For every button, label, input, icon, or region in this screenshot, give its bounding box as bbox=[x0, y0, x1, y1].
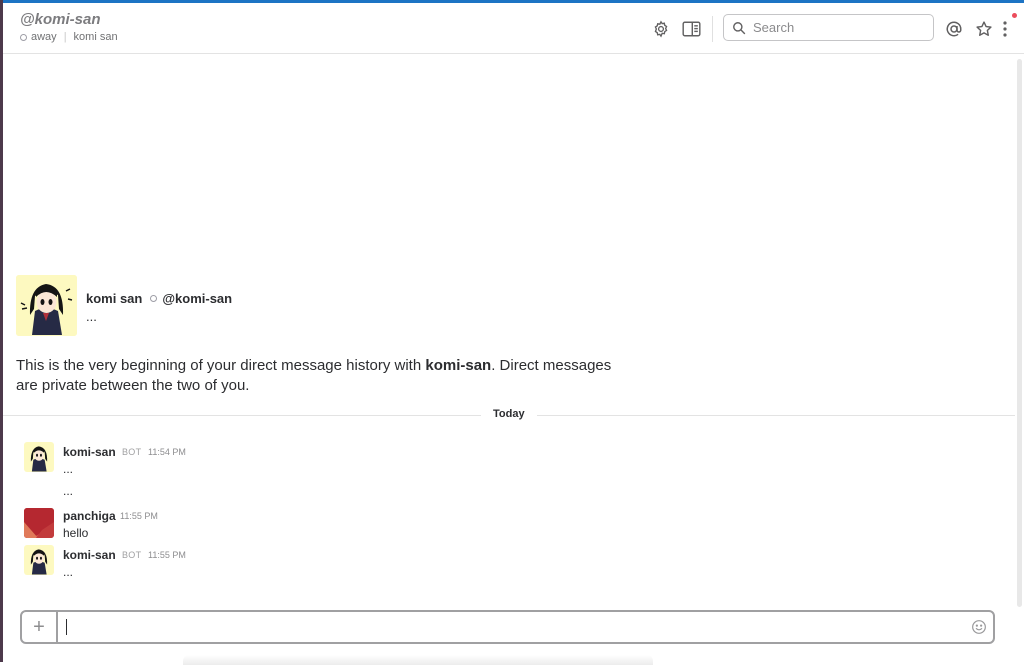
message-text: ... bbox=[63, 565, 74, 579]
message-text: ... bbox=[63, 462, 74, 476]
message-sender[interactable]: komi-san bbox=[63, 548, 116, 562]
app-window: @komi-san away | komi san Search komi sa… bbox=[3, 3, 1024, 665]
message-scrollbar[interactable] bbox=[1017, 59, 1022, 607]
user-full-name[interactable]: komi san bbox=[74, 31, 118, 43]
intro-user-line: komi san @komi-san bbox=[86, 291, 232, 306]
intro-avatar[interactable] bbox=[16, 275, 77, 336]
message-avatar[interactable] bbox=[24, 508, 54, 538]
bottom-shadow bbox=[183, 655, 653, 665]
intro-handle[interactable]: @komi-san bbox=[162, 291, 232, 306]
notification-dot bbox=[1012, 13, 1017, 18]
search-box[interactable] bbox=[723, 14, 934, 41]
mention-icon[interactable] bbox=[943, 18, 965, 40]
intro-status-text: ... bbox=[86, 309, 97, 324]
bot-badge: BOT bbox=[122, 550, 142, 560]
message-text: hello bbox=[63, 526, 89, 540]
message-sender[interactable]: komi-san bbox=[63, 445, 116, 459]
channel-title[interactable]: @komi-san bbox=[20, 11, 100, 28]
details-pane-icon[interactable] bbox=[680, 18, 702, 40]
message-sender[interactable]: panchiga bbox=[63, 509, 116, 523]
header-divider bbox=[712, 16, 713, 42]
plus-icon[interactable]: + bbox=[22, 612, 58, 642]
channel-meta: away | komi san bbox=[20, 31, 118, 43]
message-composer: + bbox=[20, 610, 995, 644]
day-divider-label: Today bbox=[481, 408, 537, 420]
intro-message: This is the very beginning of your direc… bbox=[16, 356, 636, 396]
more-vertical-icon[interactable] bbox=[999, 18, 1011, 40]
intro-text-bold: komi-san bbox=[425, 357, 492, 374]
message-avatar[interactable] bbox=[24, 442, 54, 472]
channel-header: @komi-san away | komi san bbox=[3, 3, 1024, 54]
message-timestamp[interactable]: 11:54 PM bbox=[148, 447, 186, 457]
message-pane: komi san @komi-san ... This is the very … bbox=[3, 54, 1015, 604]
emoji-icon[interactable] bbox=[971, 619, 987, 635]
meta-separator: | bbox=[63, 31, 67, 43]
search-icon bbox=[733, 21, 746, 34]
presence-away-icon bbox=[150, 295, 158, 302]
bot-badge: BOT bbox=[122, 447, 142, 457]
presence-away-icon bbox=[20, 33, 27, 41]
intro-display-name[interactable]: komi san bbox=[86, 291, 142, 306]
star-icon[interactable] bbox=[973, 18, 995, 40]
message-timestamp[interactable]: 11:55 PM bbox=[120, 511, 158, 521]
search-input[interactable] bbox=[751, 19, 925, 36]
message-input[interactable] bbox=[66, 616, 950, 640]
gear-icon[interactable] bbox=[650, 18, 672, 40]
message-avatar[interactable] bbox=[24, 545, 54, 575]
message-timestamp[interactable]: 11:55 PM bbox=[148, 550, 186, 560]
message-text: ... bbox=[63, 484, 74, 498]
intro-text-part: This is the very beginning of your direc… bbox=[16, 357, 426, 374]
presence-status: away bbox=[31, 31, 57, 43]
text-caret bbox=[66, 619, 67, 635]
